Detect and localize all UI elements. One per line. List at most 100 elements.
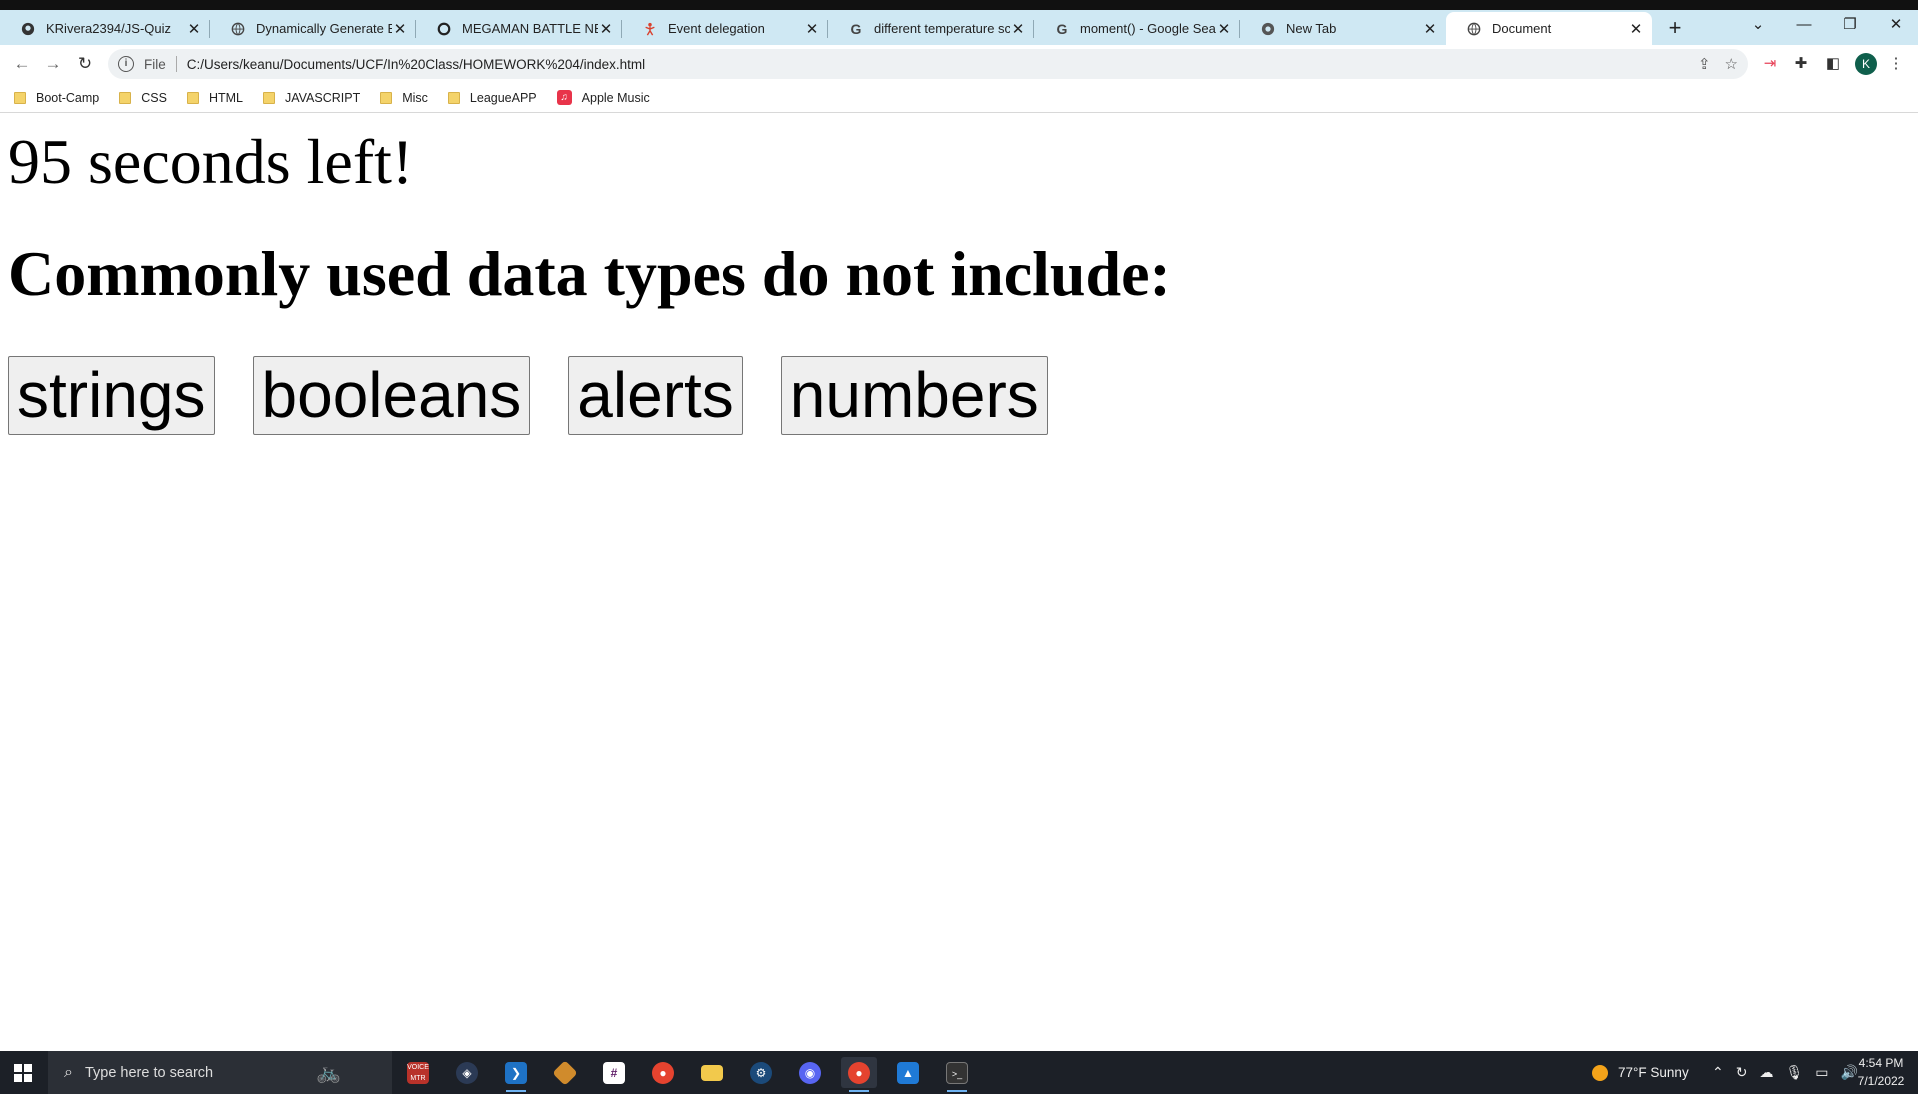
new-tab-button[interactable]: +: [1662, 16, 1688, 40]
close-icon[interactable]: ✕: [1422, 21, 1438, 38]
close-icon[interactable]: ✕: [804, 21, 820, 38]
tab-temperature-scale[interactable]: G different temperature scale ✕: [828, 12, 1034, 45]
app-circle-icon: ◈: [456, 1061, 478, 1084]
network-icon[interactable]: ▭: [1815, 1064, 1828, 1081]
tab-title: moment() - Google Search: [1080, 21, 1216, 36]
clock-time: 4:54 PM: [1858, 1056, 1904, 1070]
bookmark-label: JAVASCRIPT: [284, 90, 361, 105]
search-icon: ⌕: [64, 1063, 73, 1081]
bookmarks-bar: Boot-Camp CSS HTML JAVASCRIPT Misc Leagu…: [0, 83, 1918, 113]
bookmark-javascript[interactable]: JAVASCRIPT: [262, 90, 361, 105]
close-icon[interactable]: ✕: [1628, 21, 1644, 38]
url-text[interactable]: C:/Users/keanu/Documents/UCF/In%20Class/…: [187, 57, 645, 72]
weather-text: 77°F Sunny: [1618, 1065, 1689, 1080]
globe-icon: [1466, 21, 1482, 37]
microphone-icon[interactable]: 🎙: [1785, 1064, 1803, 1081]
close-window-button[interactable]: ✕: [1876, 12, 1916, 38]
bookmark-label: HTML: [208, 90, 243, 105]
avatar[interactable]: K: [1855, 53, 1877, 75]
taskbar-app-chrome-profile[interactable]: ●: [841, 1057, 877, 1092]
bookmark-boot-camp[interactable]: Boot-Camp: [14, 91, 99, 105]
answer-button-alerts[interactable]: alerts: [568, 356, 743, 435]
minimize-button[interactable]: —: [1784, 12, 1824, 38]
side-panel-icon[interactable]: ◧: [1823, 54, 1843, 74]
taskbar-app-git[interactable]: [547, 1057, 583, 1088]
globe-icon: [230, 21, 246, 37]
taskbar-app-voicemeeter[interactable]: VOICE MTR: [400, 1057, 436, 1088]
bookmark-html[interactable]: HTML: [186, 90, 243, 105]
sync-icon[interactable]: ↻: [1736, 1064, 1748, 1081]
search-placeholder: Type here to search: [84, 1064, 214, 1081]
restore-button[interactable]: ❐: [1830, 12, 1870, 38]
tab-document[interactable]: Document ✕: [1446, 12, 1652, 45]
voicemeeter-icon: VOICE MTR: [407, 1061, 429, 1084]
bookmark-css[interactable]: CSS: [119, 91, 167, 105]
cloud-icon[interactable]: ☁: [1759, 1064, 1773, 1081]
answer-button-numbers[interactable]: numbers: [780, 356, 1048, 435]
answer-button-booleans[interactable]: booleans: [252, 356, 531, 435]
tab-title: Event delegation: [668, 21, 765, 36]
forward-arrow-icon[interactable]: →: [41, 52, 65, 76]
answer-button-strings[interactable]: strings: [8, 356, 215, 435]
tab-title: MEGAMAN BATTLE NETWO: [462, 21, 598, 36]
terminal-icon: >_: [946, 1061, 968, 1084]
taskbar-search-box[interactable]: ⌕ Type here to search 🚲: [48, 1051, 392, 1094]
google-icon: G: [850, 20, 862, 37]
address-bar[interactable]: i File C:/Users/keanu/Documents/UCF/In%2…: [108, 49, 1748, 79]
taskbar-app-vscode[interactable]: ❯: [498, 1057, 534, 1092]
taskbar-app-steam[interactable]: ⚙: [743, 1057, 779, 1088]
tab-megaman[interactable]: MEGAMAN BATTLE NETWO ✕: [416, 12, 622, 45]
tab-search-chevron-icon[interactable]: ⌄: [1738, 12, 1778, 38]
running-indicator: [506, 1090, 526, 1092]
windows-start-button[interactable]: [0, 1051, 46, 1094]
tab-moment-search[interactable]: G moment() - Google Search ✕: [1034, 12, 1240, 45]
tab-js-quiz[interactable]: KRivera2394/JS-Quiz ✕: [0, 12, 210, 45]
chevron-up-icon[interactable]: ⌃: [1712, 1064, 1724, 1081]
taskbar-app-slack[interactable]: #: [596, 1057, 632, 1088]
close-icon[interactable]: ✕: [598, 21, 614, 38]
tab-title: KRivera2394/JS-Quiz: [46, 21, 171, 36]
taskbar-clock[interactable]: 4:54 PM 7/1/2022: [1848, 1054, 1914, 1090]
tab-title: Dynamically Generate Elem: [256, 21, 392, 36]
folder-icon: [380, 91, 393, 104]
folder-icon: [447, 91, 460, 104]
taskbar-app-circle[interactable]: ◈: [449, 1057, 485, 1088]
puzzle-icon[interactable]: ✚: [1791, 54, 1811, 74]
back-arrow-icon[interactable]: ←: [10, 52, 34, 76]
more-menu-icon[interactable]: ⋮: [1886, 54, 1906, 74]
close-icon[interactable]: ✕: [1216, 21, 1232, 38]
weather-widget[interactable]: 77°F Sunny: [1592, 1051, 1689, 1094]
system-tray: ⌃ ↻ ☁ 🎙 ▭ 🔊: [1712, 1051, 1858, 1094]
bookmark-apple-music[interactable]: ♫ Apple Music: [556, 90, 650, 105]
tab-event-delegation[interactable]: Event delegation ✕: [622, 12, 828, 45]
running-indicator: [947, 1090, 967, 1092]
bookmark-star-icon[interactable]: ☆: [1725, 55, 1738, 73]
bookmark-misc[interactable]: Misc: [380, 91, 428, 105]
close-icon[interactable]: ✕: [392, 21, 408, 38]
share-icon[interactable]: ⇪: [1698, 55, 1711, 73]
answer-list: strings booleans alerts numbers: [8, 356, 1086, 435]
folder-icon: [119, 91, 132, 104]
reload-icon[interactable]: ↻: [73, 52, 97, 76]
bookmark-leagueapp[interactable]: LeagueAPP: [447, 91, 537, 105]
close-icon[interactable]: ✕: [186, 21, 202, 38]
tab-new-tab[interactable]: New Tab ✕: [1240, 12, 1446, 45]
github-icon: [20, 21, 36, 37]
taskbar-app-terminal[interactable]: >_: [939, 1057, 975, 1092]
steam-icon: ⚙: [750, 1061, 772, 1084]
info-icon[interactable]: i: [118, 56, 134, 72]
windows-logo-icon: [14, 1063, 32, 1082]
scheme-label: File: [144, 56, 166, 72]
chrome-icon: ●: [848, 1061, 870, 1084]
discord-icon: ◉: [799, 1061, 821, 1084]
bookmark-label: Apple Music: [581, 90, 650, 105]
taskbar-app-photos[interactable]: ▲: [890, 1057, 926, 1088]
tab-title: Document: [1492, 21, 1552, 36]
taskbar-app-discord[interactable]: ◉: [792, 1057, 828, 1088]
extension-icon[interactable]: ⇥: [1760, 54, 1780, 74]
chrome-icon: ●: [652, 1061, 674, 1084]
close-icon[interactable]: ✕: [1010, 21, 1026, 38]
taskbar-app-chrome[interactable]: ●: [645, 1057, 681, 1088]
taskbar-app-file-explorer[interactable]: [694, 1057, 730, 1088]
tab-dynamically-generate[interactable]: Dynamically Generate Elem ✕: [210, 12, 416, 45]
